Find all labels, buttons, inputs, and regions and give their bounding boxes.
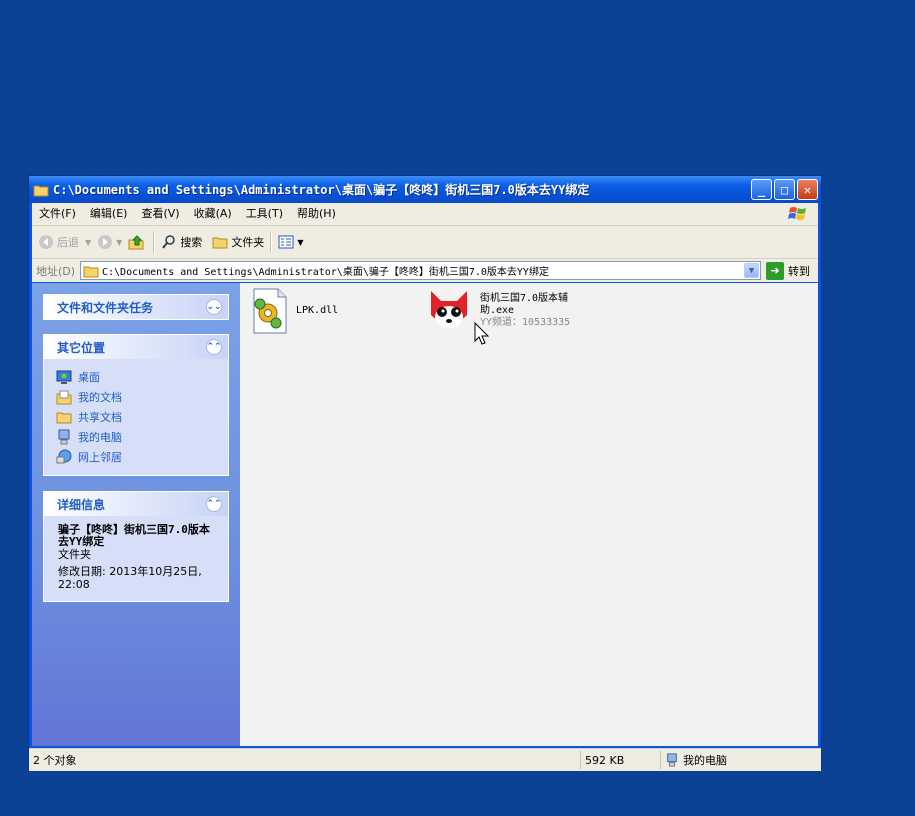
other-places-panel: 其它位置 ⌃⌃ 桌面 我的文档 共享文档 我的电脑 网上邻居 xyxy=(43,334,229,476)
menu-file[interactable]: 文件(F) xyxy=(32,203,83,225)
folder-icon xyxy=(33,185,49,196)
my-computer-icon xyxy=(667,753,677,767)
search-label: 搜索 xyxy=(180,236,203,249)
network-places-icon xyxy=(56,449,72,464)
file-list-area[interactable]: LPK.dll 街机三国7.0版本辅 助.exe YY频道：10533335 xyxy=(240,283,818,746)
other-place-my-documents[interactable]: 我的文档 xyxy=(56,387,216,407)
address-input[interactable]: C:\Documents and Settings\Administrator\… xyxy=(80,261,761,280)
back-arrow-icon xyxy=(39,235,53,249)
windows-logo-icon xyxy=(788,207,806,220)
other-place-my-computer[interactable]: 我的电脑 xyxy=(56,427,216,447)
chevron-down-icon[interactable]: ⌄⌄ xyxy=(206,299,222,315)
details-modified: 修改日期: 2013年10月25日, 22:08 xyxy=(58,565,202,591)
status-size: 592 KB xyxy=(581,751,661,769)
back-label: 后退 xyxy=(57,236,79,249)
other-place-network[interactable]: 网上邻居 xyxy=(56,447,216,467)
close-button[interactable]: ✕ xyxy=(797,179,818,200)
menu-help[interactable]: 帮助(H) xyxy=(290,203,343,225)
address-value: C:\Documents and Settings\Administrator\… xyxy=(102,267,549,278)
my-computer-icon xyxy=(58,429,70,445)
desktop-icon xyxy=(56,370,72,384)
status-object-count: 2 个对象 xyxy=(29,751,581,769)
shared-documents-icon xyxy=(56,412,72,424)
up-folder-button[interactable] xyxy=(128,234,147,250)
other-place-label: 桌面 xyxy=(78,371,100,384)
other-place-label: 网上邻居 xyxy=(78,451,122,464)
file-folder-tasks-header[interactable]: 文件和文件夹任务 ⌄⌄ xyxy=(44,295,228,319)
back-dropdown-icon[interactable]: ▼ xyxy=(85,238,91,247)
other-place-label: 我的文档 xyxy=(78,391,122,404)
window-title: C:\Documents and Settings\Administrator\… xyxy=(53,183,590,197)
folder-icon xyxy=(83,266,99,277)
forward-button[interactable]: ▼ xyxy=(97,234,122,250)
address-dropdown-button[interactable]: ▼ xyxy=(744,263,759,278)
go-label: 转到 xyxy=(788,264,810,278)
file-subtitle: YY频道：10533335 xyxy=(480,317,571,328)
details-type: 文件夹 xyxy=(58,548,91,561)
address-bar: 地址(D) C:\Documents and Settings\Administ… xyxy=(32,259,818,282)
up-folder-icon xyxy=(128,235,144,250)
file-folder-tasks-title: 文件和文件夹任务 xyxy=(57,300,154,315)
toolbar-separator xyxy=(153,231,156,253)
forward-arrow-icon xyxy=(98,235,113,249)
views-dropdown-icon: ▼ xyxy=(297,237,304,247)
mouse-pointer-icon xyxy=(474,322,490,345)
other-place-label: 我的电脑 xyxy=(78,431,122,444)
minimize-button[interactable]: _ xyxy=(751,179,772,200)
folders-label: 文件夹 xyxy=(231,236,265,249)
details-name: 骗子【咚咚】街机三国7.0版本去YY绑定 xyxy=(58,523,210,548)
toolbar-separator xyxy=(270,231,273,253)
maximize-button[interactable]: □ xyxy=(774,179,795,200)
task-pane: 文件和文件夹任务 ⌄⌄ 其它位置 ⌃⌃ 桌面 我的文档 共享文档 我的电脑 网上… xyxy=(32,283,240,746)
file-item-lpk-dll[interactable]: LPK.dll xyxy=(250,287,338,335)
go-button[interactable]: ➜ 转到 xyxy=(766,261,810,280)
details-title: 详细信息 xyxy=(57,497,106,512)
other-places-header[interactable]: 其它位置 ⌃⌃ xyxy=(44,335,228,359)
dll-gear-icon xyxy=(253,288,287,334)
file-folder-tasks-panel: 文件和文件夹任务 ⌄⌄ xyxy=(43,294,229,320)
menu-bar: 文件(F) 编辑(E) 查看(V) 收藏(A) 工具(T) 帮助(H) xyxy=(32,203,818,226)
standard-toolbar: 后退 ▼ ▼ 搜索 文件夹 ▼ xyxy=(32,226,818,259)
folders-button[interactable]: 文件夹 xyxy=(212,234,264,250)
other-place-desktop[interactable]: 桌面 xyxy=(56,367,216,387)
other-place-shared-documents[interactable]: 共享文档 xyxy=(56,407,216,427)
my-documents-icon xyxy=(56,390,72,405)
menu-edit[interactable]: 编辑(E) xyxy=(83,203,135,225)
status-location: 我的电脑 xyxy=(661,751,821,769)
back-button[interactable]: 后退 ▼ xyxy=(38,234,91,250)
search-button[interactable]: 搜索 xyxy=(161,234,202,250)
menu-view[interactable]: 查看(V) xyxy=(134,203,186,225)
forward-dropdown-icon[interactable]: ▼ xyxy=(116,238,122,247)
title-bar[interactable]: C:\Documents and Settings\Administrator\… xyxy=(29,176,821,203)
status-bar: 2 个对象 592 KB 我的电脑 xyxy=(29,748,821,771)
status-location-label: 我的电脑 xyxy=(683,754,727,767)
address-label: 地址(D) xyxy=(36,264,76,278)
chevron-up-icon[interactable]: ⌃⌃ xyxy=(206,496,222,512)
red-fox-icon xyxy=(431,291,467,328)
go-arrow-icon: ➜ xyxy=(766,261,784,280)
file-name-line2: 助.exe xyxy=(480,305,515,316)
other-places-title: 其它位置 xyxy=(57,340,106,355)
file-name: LPK.dll xyxy=(296,305,339,316)
views-icon xyxy=(278,235,294,249)
menu-favorites[interactable]: 收藏(A) xyxy=(187,203,239,225)
file-name-line1: 街机三国7.0版本辅 xyxy=(480,293,569,304)
folders-icon xyxy=(212,237,228,249)
other-place-label: 共享文档 xyxy=(78,411,122,424)
search-icon xyxy=(162,235,176,249)
details-header[interactable]: 详细信息 ⌃⌃ xyxy=(44,492,228,516)
details-panel: 详细信息 ⌃⌃ 骗子【咚咚】街机三国7.0版本去YY绑定 文件夹 修改日期: 2… xyxy=(43,491,229,602)
views-button[interactable]: ▼ xyxy=(278,234,303,250)
explorer-window: C:\Documents and Settings\Administrator\… xyxy=(28,175,822,771)
file-item-exe[interactable]: 街机三国7.0版本辅 助.exe YY频道：10533335 xyxy=(426,287,570,335)
chevron-up-icon[interactable]: ⌃⌃ xyxy=(206,339,222,355)
menu-tools[interactable]: 工具(T) xyxy=(239,203,290,225)
